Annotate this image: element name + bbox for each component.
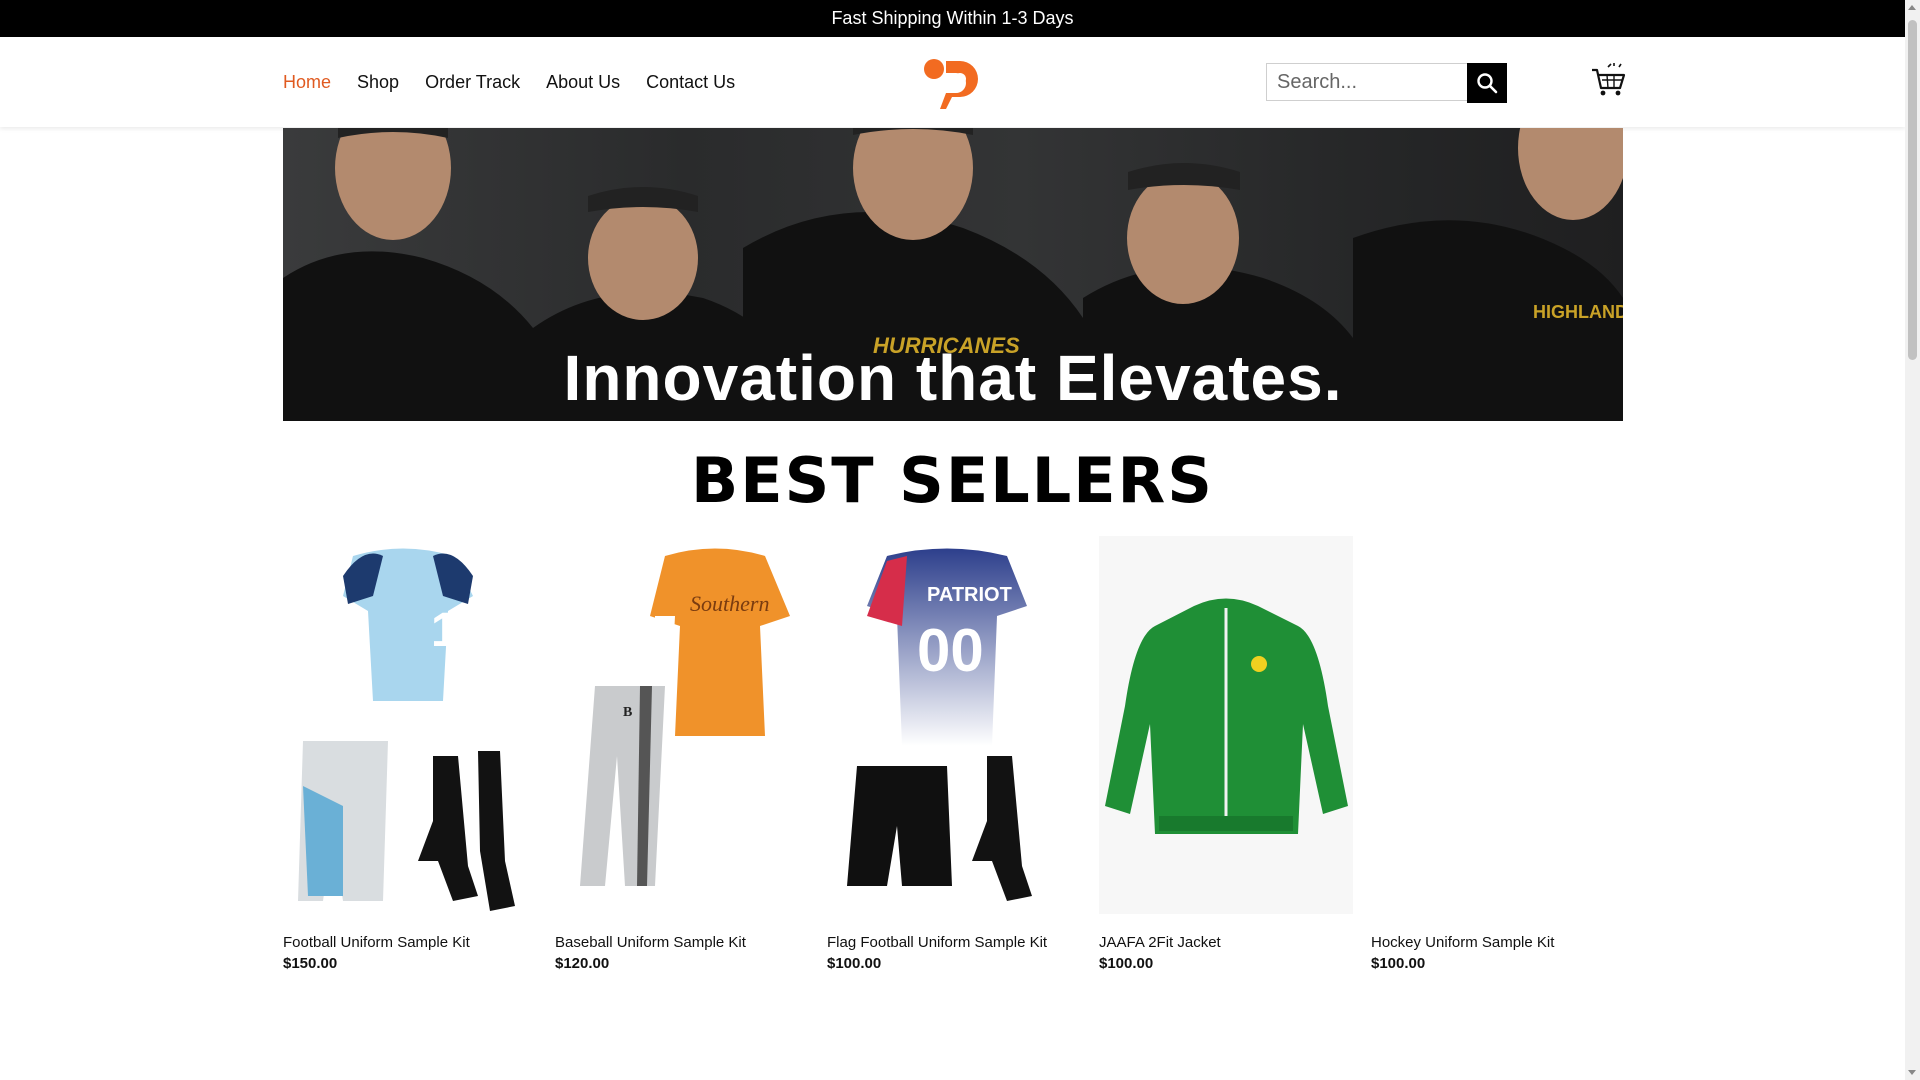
nav-shop[interactable]: Shop [357, 72, 399, 93]
svg-text:B: B [623, 705, 632, 720]
announcement-bar: Fast Shipping Within 1-3 Days [0, 0, 1905, 37]
product-card[interactable]: Southern B Baseball Uniform Sample Kit $… [555, 536, 809, 972]
product-image[interactable]: PATRIOT 00 [827, 536, 1081, 914]
nav-contact-us[interactable]: Contact Us [646, 72, 735, 93]
product-name[interactable]: JAAFA 2Fit Jacket [1099, 934, 1353, 951]
search-form [1266, 63, 1507, 103]
page: Fast Shipping Within 1-3 Days Home Shop … [0, 0, 1905, 1080]
scroll-up-arrow[interactable] [1908, 5, 1916, 10]
product-image[interactable]: 1 [283, 536, 537, 914]
scrollbar-thumb[interactable] [1908, 20, 1917, 360]
product-name[interactable]: Football Uniform Sample Kit [283, 934, 537, 951]
product-grid: 1 Football Uniform Sample Kit $150.00 So… [283, 536, 1625, 972]
product-name[interactable]: Baseball Uniform Sample Kit [555, 934, 809, 951]
nav-order-track[interactable]: Order Track [425, 72, 520, 93]
product-image[interactable] [1099, 536, 1353, 914]
product-name[interactable]: Flag Football Uniform Sample Kit [827, 934, 1081, 951]
product-image[interactable]: Southern B [555, 536, 809, 914]
product-price: $120.00 [555, 955, 610, 972]
search-button[interactable] [1467, 63, 1507, 103]
announcement-text: Fast Shipping Within 1-3 Days [831, 8, 1074, 28]
product-price: $100.00 [827, 955, 882, 972]
hero-banner[interactable]: HIGHLANDERS HURRICANES Innovation that E… [283, 128, 1623, 421]
page-scrollbar[interactable] [1905, 0, 1920, 1080]
product-card[interactable]: PATRIOT 00 Flag Football Uniform Sample … [827, 536, 1081, 972]
nav-home[interactable]: Home [283, 72, 331, 93]
product-card[interactable]: 1 Football Uniform Sample Kit $150.00 [283, 536, 537, 972]
product-card[interactable]: JAAFA 2Fit Jacket $100.00 [1099, 536, 1353, 972]
search-icon [1477, 73, 1498, 94]
main-nav: Home Shop Order Track About Us Contact U… [283, 37, 735, 127]
svg-text:PATRIOT: PATRIOT [927, 584, 1012, 606]
product-card[interactable]: Hockey Uniform Sample Kit $100.00 [1371, 536, 1625, 972]
banner-headline: Innovation that Elevates. [563, 342, 1343, 414]
cart-icon[interactable] [1590, 62, 1626, 98]
product-name[interactable]: Hockey Uniform Sample Kit [1371, 934, 1625, 951]
brand-logo[interactable] [922, 55, 982, 111]
product-image[interactable] [1371, 536, 1625, 914]
svg-text:1: 1 [431, 604, 458, 657]
svg-text:Southern: Southern [690, 591, 769, 616]
site-header: Home Shop Order Track About Us Contact U… [0, 37, 1905, 127]
product-price: $100.00 [1099, 955, 1154, 972]
search-input[interactable] [1266, 63, 1467, 101]
nav-about-us[interactable]: About Us [546, 72, 620, 93]
svg-text:00: 00 [917, 617, 984, 684]
product-price: $100.00 [1371, 955, 1426, 972]
scroll-down-arrow[interactable] [1908, 1070, 1916, 1075]
product-price: $150.00 [283, 955, 338, 972]
svg-text:HIGHLANDERS: HIGHLANDERS [1533, 302, 1623, 322]
best-sellers-title: BEST SELLERS [691, 444, 1214, 517]
